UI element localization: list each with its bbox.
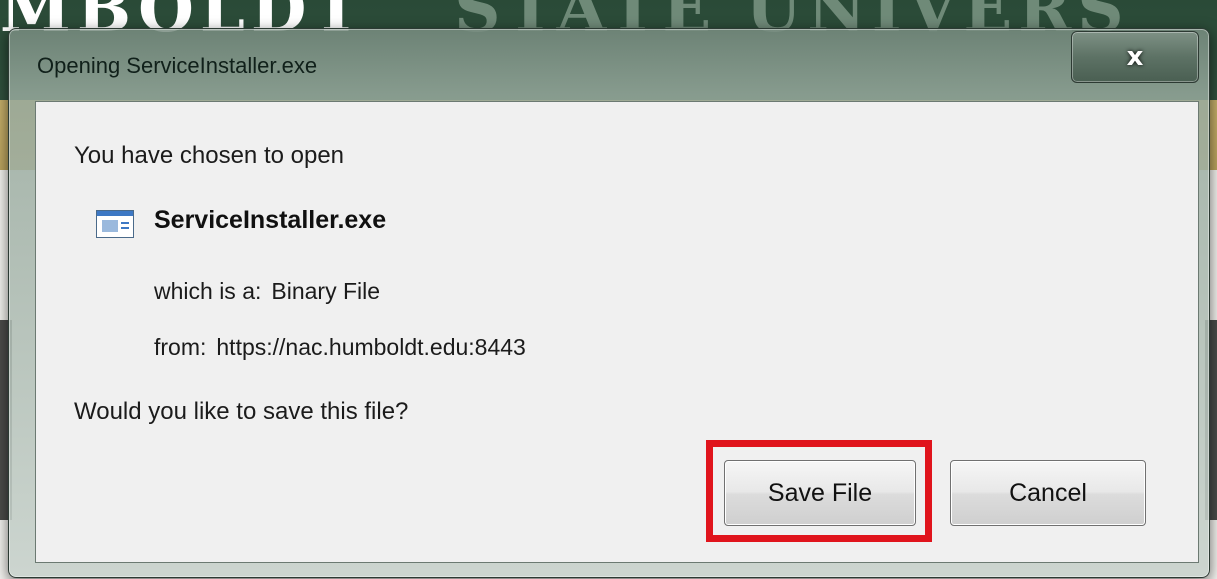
file-source-label: from: <box>154 334 207 360</box>
open-prompt: You have chosen to open <box>74 142 345 169</box>
close-button[interactable]: x <box>1071 31 1199 83</box>
file-name: ServiceInstaller.exe <box>154 206 387 234</box>
save-file-button[interactable]: Save File <box>724 460 916 526</box>
file-source-value: https://nac.humboldt.edu:8443 <box>216 334 526 360</box>
save-question: Would you like to save this file? <box>74 398 409 425</box>
file-type-value: Binary File <box>271 278 381 304</box>
dialog-content: You have chosen to open ServiceInstaller… <box>35 101 1199 563</box>
cancel-button[interactable]: Cancel <box>950 460 1146 526</box>
file-type-row: which is a: Binary File <box>154 278 380 305</box>
file-source-row: from: https://nac.humboldt.edu:8443 <box>154 334 526 361</box>
dialog-titlebar[interactable]: Opening ServiceInstaller.exe x <box>9 29 1209 103</box>
dialog-title: Opening ServiceInstaller.exe <box>37 53 318 78</box>
file-type-label: which is a: <box>154 278 262 304</box>
download-dialog: Opening ServiceInstaller.exe x You have … <box>8 28 1210 578</box>
close-icon: x <box>1126 42 1144 72</box>
application-window-icon <box>96 210 134 238</box>
